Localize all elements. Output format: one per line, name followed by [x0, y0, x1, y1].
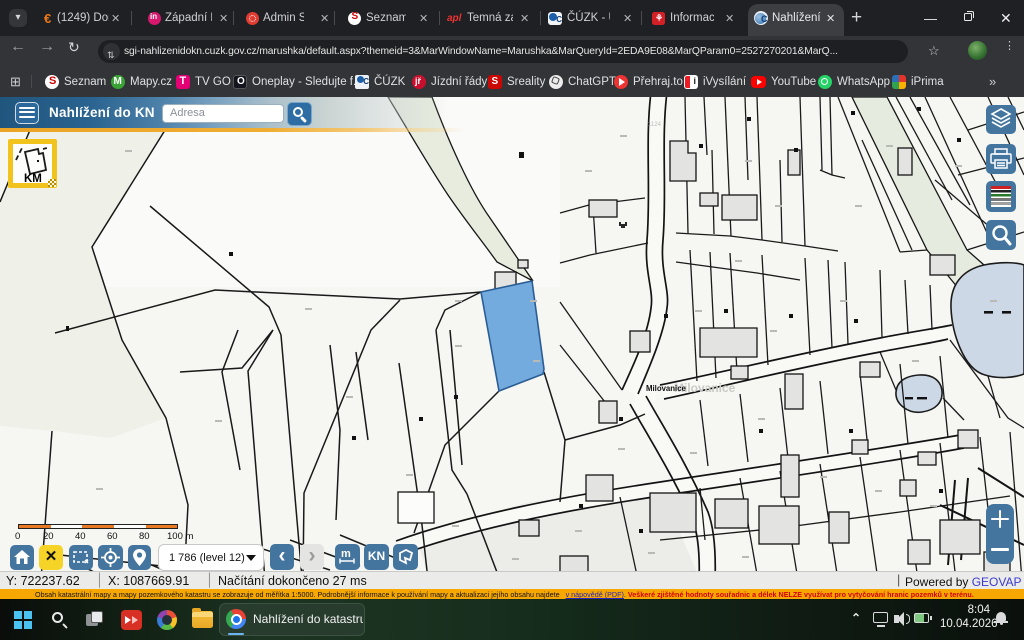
svg-text:KM: KM [24, 173, 42, 183]
svg-text:1124: 1124 [648, 122, 662, 128]
svg-text:Milovanice: Milovanice [646, 384, 687, 393]
svg-text:m: m [341, 548, 351, 560]
